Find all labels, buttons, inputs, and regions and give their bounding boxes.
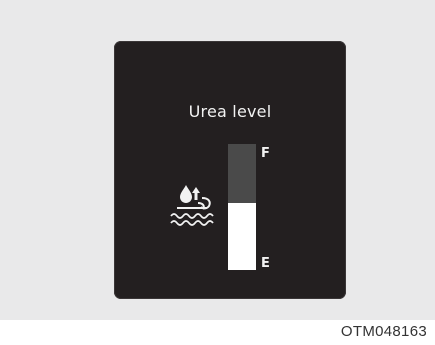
gauge-empty-label: E — [261, 256, 270, 271]
urea-icon — [170, 185, 214, 226]
figure-panel: Urea level F E — [0, 0, 435, 320]
display-title: Urea level — [188, 102, 272, 121]
figure-code: OTM048163 — [340, 323, 427, 340]
cluster-display: Urea level F E — [114, 41, 346, 299]
urea-level-fill — [228, 203, 256, 270]
gauge-full-label: F — [261, 146, 270, 161]
urea-level-gauge — [228, 144, 256, 270]
